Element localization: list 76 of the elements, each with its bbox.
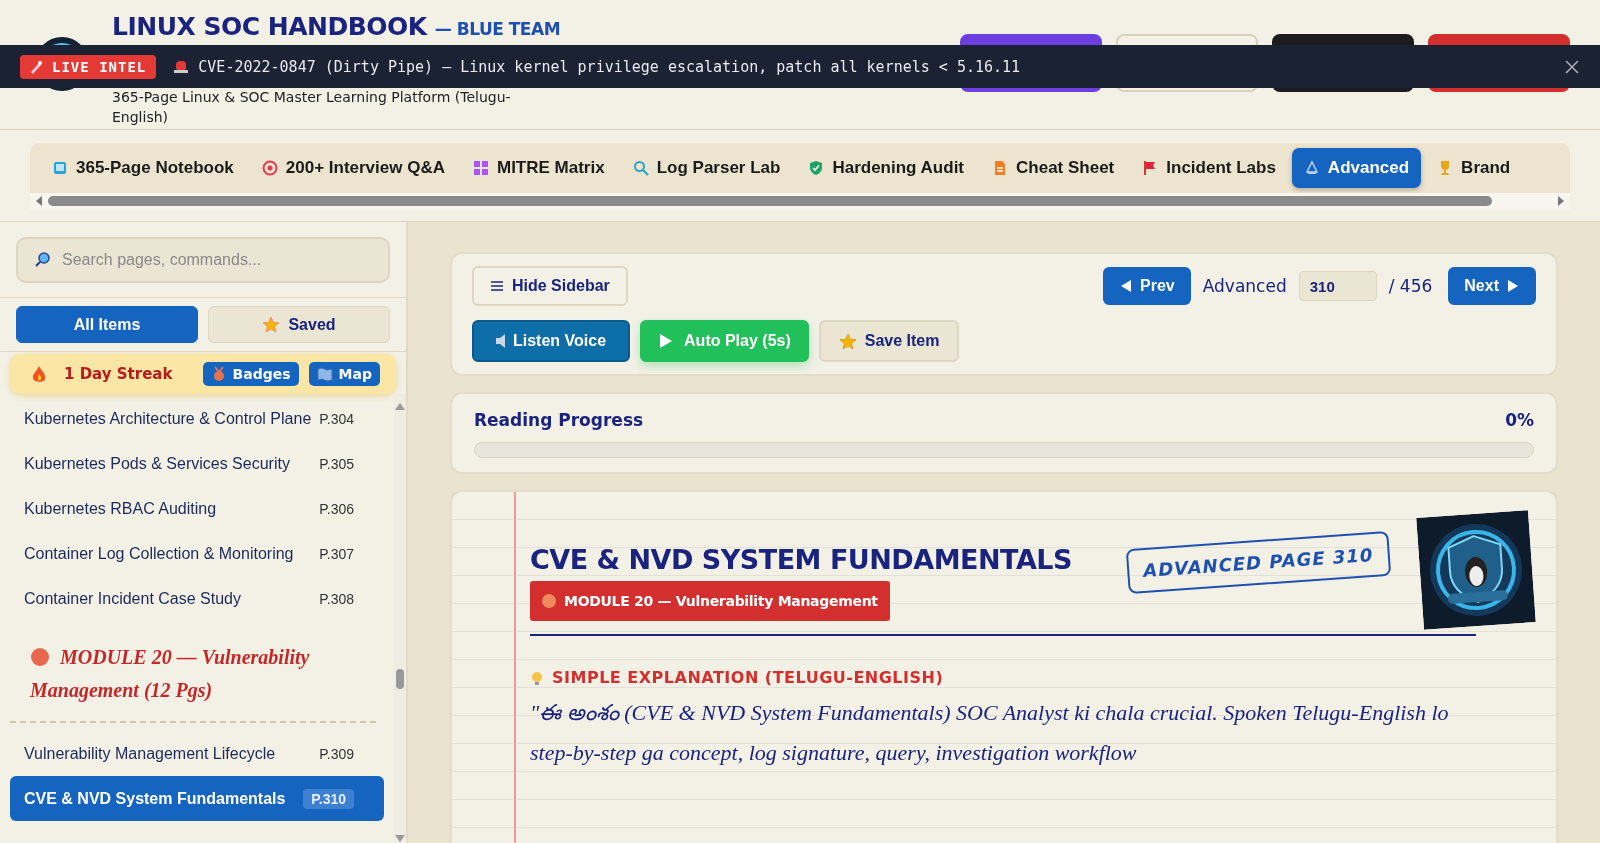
menu-icon bbox=[490, 279, 504, 293]
scroll-right-icon bbox=[1556, 195, 1566, 207]
page-total: / 456 bbox=[1388, 276, 1433, 296]
section-label: Advanced bbox=[1202, 276, 1287, 296]
scrollbar-thumb[interactable] bbox=[48, 196, 1492, 206]
site-title: LINUX SOC HANDBOOK — BLUE TEAM bbox=[112, 12, 561, 41]
next-button[interactable]: Next bbox=[1448, 267, 1536, 305]
section-heading: SIMPLE EXPLANATION (TELUGU-ENGLISH) bbox=[530, 668, 1534, 687]
star-icon bbox=[838, 332, 857, 350]
page-number: P.310 bbox=[303, 788, 355, 809]
triangle-icon bbox=[1303, 160, 1320, 176]
siren-icon bbox=[174, 60, 189, 73]
prev-button[interactable]: Prev bbox=[1103, 267, 1191, 305]
module-heading: MODULE 20 — Vulnerability Management (12 Pgs) bbox=[30, 645, 311, 704]
map-icon bbox=[316, 366, 333, 382]
page-item[interactable]: Vulnerability Management Lifecycle P.309 bbox=[10, 731, 385, 776]
streak-label: 1 Day Streak bbox=[64, 365, 174, 383]
right-triangle-icon bbox=[1507, 279, 1520, 293]
progress-percent: 0% bbox=[1505, 410, 1534, 430]
save-item-button[interactable]: Save Item bbox=[818, 320, 960, 362]
page-item[interactable]: Kubernetes RBAC Auditing P.306 bbox=[10, 486, 385, 531]
scrollbar-thumb[interactable] bbox=[396, 669, 405, 689]
search-field[interactable]: Search pages, commands... bbox=[16, 237, 390, 283]
progress-label: Reading Progress bbox=[474, 410, 644, 430]
horizontal-scrollbar[interactable] bbox=[30, 193, 1570, 209]
scroll-left-icon bbox=[34, 195, 44, 207]
scroll-up-icon bbox=[394, 402, 406, 411]
nav-tab[interactable]: 365-Page Notebook bbox=[40, 148, 246, 188]
grid-icon bbox=[473, 160, 489, 176]
nav-tab[interactable]: Brand bbox=[1425, 148, 1523, 188]
shield-icon bbox=[808, 160, 825, 176]
streak-button[interactable]: Badges bbox=[202, 362, 299, 386]
page-number: P.309 bbox=[319, 745, 355, 762]
page-number: P.306 bbox=[319, 500, 355, 517]
star-icon bbox=[262, 316, 281, 333]
page-item[interactable]: CVE & NVD System Fundamentals P.310 bbox=[10, 776, 385, 821]
search-icon bbox=[34, 251, 51, 268]
filter-tab[interactable]: All Items bbox=[16, 306, 198, 343]
nav-tab[interactable]: Advanced bbox=[1291, 148, 1422, 188]
page-input[interactable]: 310 bbox=[1298, 271, 1377, 301]
page-title: CVE & NVD SYSTEM FUNDAMENTALS bbox=[530, 544, 1073, 575]
page-item[interactable]: Kubernetes Pods & Services Security P.305 bbox=[10, 441, 385, 486]
nav-tab[interactable]: Incident Labs bbox=[1130, 148, 1288, 188]
site-subtitle: 365-Page Linux & SOC Master Learning Platform (Telugu-English) bbox=[112, 88, 512, 127]
filter-tab[interactable]: Saved bbox=[208, 306, 390, 343]
speaker-icon bbox=[496, 334, 505, 348]
lightbulb-icon bbox=[530, 670, 544, 685]
page-stamp: ADVANCED PAGE 310 bbox=[1126, 530, 1392, 595]
page-item[interactable]: Container Log Collection & Monitoring P.307 bbox=[10, 531, 385, 576]
left-triangle-icon bbox=[1119, 279, 1133, 293]
search-icon bbox=[632, 160, 649, 176]
streak-button[interactable]: Map bbox=[308, 362, 380, 386]
vertical-scrollbar[interactable] bbox=[394, 394, 406, 843]
nav-tab[interactable]: Log Parser Lab bbox=[620, 148, 793, 188]
page-item[interactable]: Kubernetes Architecture & Control Plane P.304 bbox=[10, 396, 385, 441]
page-item[interactable]: Container Incident Case Study P.308 bbox=[10, 576, 385, 621]
page-number: P.304 bbox=[319, 410, 355, 427]
target-icon bbox=[261, 160, 278, 176]
page-number: P.305 bbox=[319, 455, 355, 472]
nav-tab[interactable]: Cheat Sheet bbox=[980, 148, 1127, 188]
dot-icon bbox=[542, 594, 556, 608]
hide-sidebar-button[interactable]: Hide Sidebar bbox=[472, 266, 628, 306]
scroll-down-icon bbox=[394, 834, 406, 843]
notebook-icon bbox=[52, 160, 68, 176]
page-number: P.308 bbox=[319, 590, 355, 607]
nav-tab[interactable]: MITRE Matrix bbox=[461, 148, 617, 188]
flame-icon bbox=[30, 364, 48, 384]
listen-voice-button[interactable]: Listen Voice bbox=[472, 320, 631, 362]
nav-tab[interactable]: Hardening Audit bbox=[796, 148, 977, 188]
dot-icon bbox=[30, 647, 50, 667]
close-icon[interactable] bbox=[1564, 58, 1580, 75]
page-number: P.307 bbox=[319, 545, 355, 562]
explanation-text: "ఈ అంశం (CVE & NVD System Fundamentals) SOC Analyst ki chala crucial. Spoken Telugu-English lo step-by-step ga concept, log signature, query, investigation workflow bbox=[530, 699, 1450, 767]
nav-tab[interactable]: 200+ Interview Q&A bbox=[249, 148, 457, 188]
alert-message: CVE-2022-0847 (Dirty Pipe) — Linux kernel privilege escalation, patch all kernels < 5.16.11 bbox=[198, 57, 1021, 76]
module-badge: MODULE 20 — Vulnerability Management bbox=[530, 581, 890, 621]
